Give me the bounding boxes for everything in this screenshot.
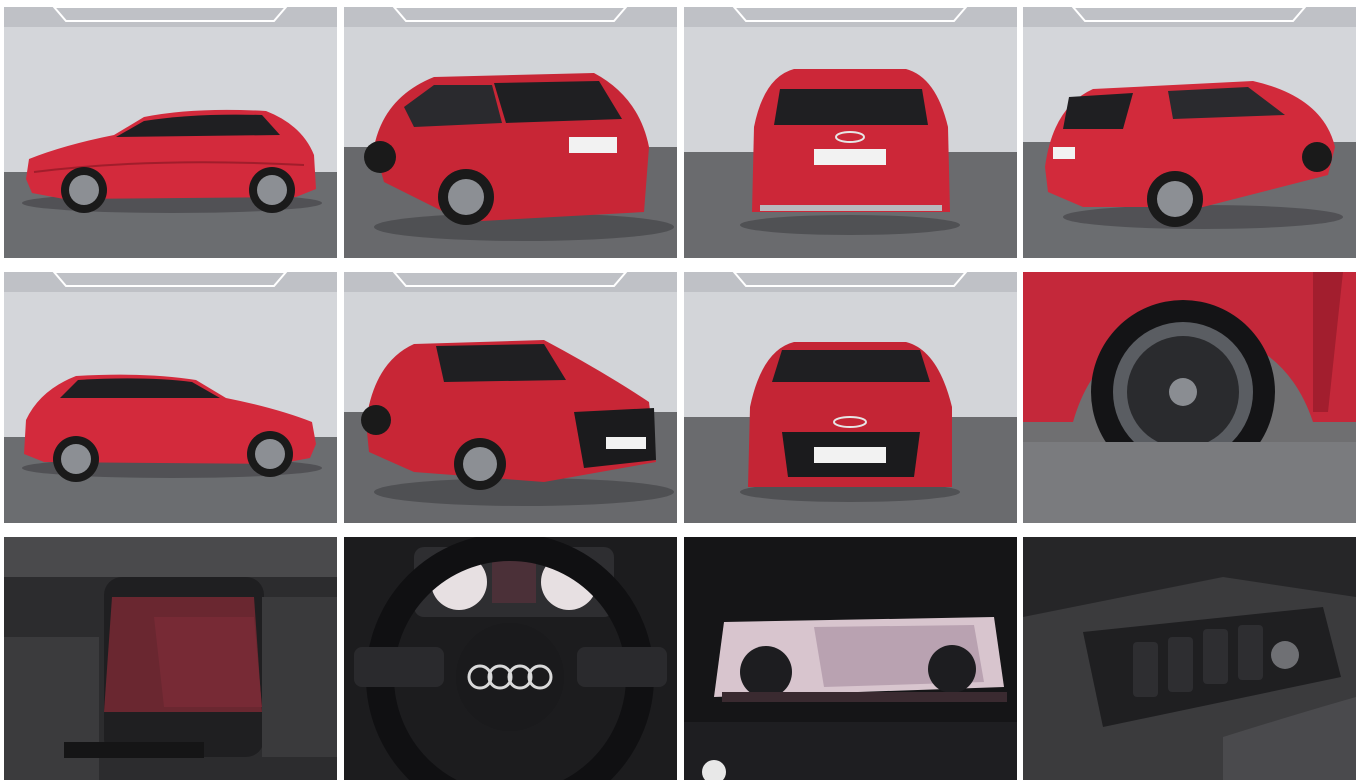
photo-rear-three-quarter-right[interactable] [1023,7,1356,258]
photo-front[interactable] [684,272,1017,523]
photo-gallery [4,7,1358,780]
photo-seat-interior[interactable] [4,537,337,780]
photo-rear-three-quarter-left[interactable] [344,7,677,258]
photo-door-controls[interactable] [1023,537,1356,780]
photo-side-right[interactable] [4,272,337,523]
photo-front-three-quarter-left[interactable] [344,272,677,523]
photo-wheel-closeup[interactable] [1023,272,1356,523]
photo-side-left[interactable] [4,7,337,258]
photo-steering-wheel[interactable] [344,537,677,780]
photo-virtual-cockpit[interactable] [684,537,1017,780]
photo-rear[interactable] [684,7,1017,258]
